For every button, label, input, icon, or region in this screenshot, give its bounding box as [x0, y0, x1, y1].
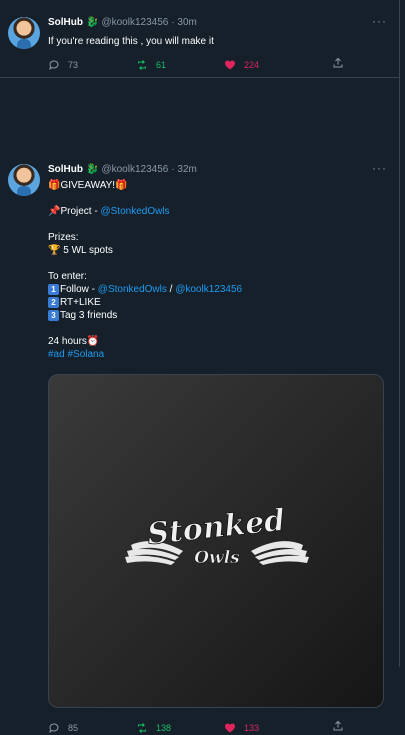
retweet-button[interactable]: 138: [136, 722, 224, 734]
stonked-owls-logo: Stonked Owls: [125, 505, 309, 568]
keycap-3-icon: 3: [48, 310, 59, 321]
tweet-text: 🎁GIVEAWAY!🎁 📌Project - @StonkedOwls Priz…: [48, 179, 242, 361]
more-icon[interactable]: ···: [372, 161, 387, 175]
stonkedowls-mention-link[interactable]: @StonkedOwls: [98, 284, 167, 295]
project-line: 📌Project - @StonkedOwls: [48, 205, 242, 218]
step-2: 2 RT+LIKE: [48, 296, 242, 309]
step-1-separator: /: [166, 284, 176, 295]
step-1-text: Follow -: [60, 284, 98, 295]
dragon-badge-icon: 🐉: [86, 17, 99, 28]
logo-subtitle: Owls: [194, 548, 240, 568]
reply-button[interactable]: 73: [48, 59, 136, 71]
keycap-2-icon: 2: [48, 297, 59, 308]
reply-count: 73: [68, 59, 79, 70]
more-icon[interactable]: ···: [372, 14, 387, 28]
timestamp[interactable]: · 32m: [171, 164, 197, 175]
retweet-icon: [138, 59, 146, 70]
hashtags[interactable]: #ad #Solana: [48, 348, 242, 361]
avatar[interactable]: [8, 164, 40, 196]
prizes-label: Prizes:: [48, 232, 79, 243]
reply-button[interactable]: 85: [48, 722, 136, 734]
like-button[interactable]: 133: [224, 722, 312, 734]
like-button[interactable]: 224: [224, 59, 312, 71]
display-name[interactable]: SolHub: [48, 164, 83, 175]
tweet-header: SolHub 🐉 @koolk123456 · 30m: [48, 17, 197, 28]
tweet-actions: 85 138 133: [48, 720, 379, 735]
retweet-count: 138: [156, 722, 172, 733]
project-mention-link[interactable]: @StonkedOwls: [100, 206, 169, 217]
reply-icon: [49, 722, 59, 733]
heart-icon: [224, 60, 236, 69]
handle[interactable]: @koolk123456: [101, 17, 168, 28]
tweet[interactable]: SolHub 🐉 @koolk123456 · 32m ··· 🎁GIVEAWA…: [0, 78, 399, 733]
step-1: 1 Follow - @StonkedOwls / @koolk123456: [48, 283, 242, 296]
retweet-count: 61: [156, 59, 167, 70]
tweet-header: SolHub 🐉 @koolk123456 · 32m: [48, 164, 197, 175]
keycap-1-icon: 1: [48, 284, 59, 295]
avatar[interactable]: [8, 17, 40, 49]
like-count: 133: [244, 722, 260, 733]
giveaway-title: 🎁GIVEAWAY!🎁: [48, 180, 128, 191]
share-button[interactable]: [332, 57, 344, 72]
step-2-text: RT+LIKE: [60, 297, 101, 308]
retweet-icon: [138, 722, 146, 733]
tweet-image[interactable]: Stonked Owls: [48, 374, 384, 708]
share-button[interactable]: [332, 720, 344, 735]
step-3-text: Tag 3 friends: [60, 310, 118, 321]
tweet-actions: 73 61 224: [48, 57, 379, 72]
heart-icon: [224, 723, 236, 732]
enter-label: To enter:: [48, 271, 87, 282]
timeline: SolHub 🐉 @koolk123456 · 30m ··· If you'r…: [0, 0, 400, 733]
share-icon: [333, 720, 343, 731]
like-count: 224: [244, 59, 260, 70]
tweet-text: If you're reading this , you will make i…: [48, 36, 214, 47]
handle[interactable]: @koolk123456: [101, 164, 168, 175]
display-name[interactable]: SolHub: [48, 17, 83, 28]
reply-count: 85: [68, 722, 79, 733]
koolk-mention-link[interactable]: @koolk123456: [175, 284, 242, 295]
reply-icon: [49, 59, 59, 70]
duration-text: 24 hours⏰: [48, 336, 100, 347]
tweet[interactable]: SolHub 🐉 @koolk123456 · 30m ··· If you'r…: [0, 0, 399, 78]
share-icon: [333, 57, 343, 68]
dragon-badge-icon: 🐉: [86, 164, 99, 175]
timestamp[interactable]: · 30m: [171, 17, 197, 28]
step-3: 3 Tag 3 friends: [48, 309, 242, 322]
project-label: 📌Project -: [48, 206, 101, 217]
retweet-button[interactable]: 61: [136, 59, 224, 71]
prize-text: 🏆 5 WL spots: [48, 245, 113, 256]
